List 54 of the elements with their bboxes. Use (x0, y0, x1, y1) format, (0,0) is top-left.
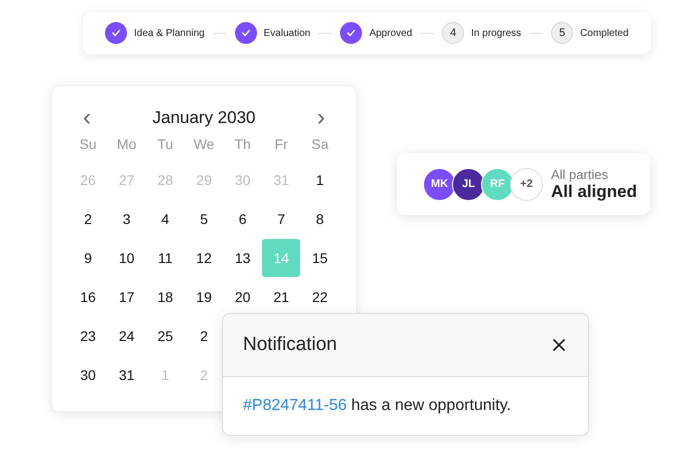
calendar-day[interactable]: 13 (224, 238, 262, 276)
calendar-day[interactable]: 2 (69, 200, 107, 238)
close-button[interactable] (550, 336, 568, 354)
calendar-day[interactable]: 6 (224, 200, 262, 238)
avatar: RF (481, 168, 514, 200)
avatar: MK (423, 168, 456, 200)
calendar-day[interactable]: 25 (146, 316, 184, 354)
calendar-day[interactable]: 18 (146, 278, 184, 316)
weekday-label: Fr (274, 136, 289, 154)
calendar-day[interactable]: 4 (146, 200, 184, 238)
step-label: Completed (580, 28, 629, 38)
step-label: Approved (369, 28, 412, 38)
weekday-label: Mo (116, 136, 138, 154)
notification-title: Notification (243, 334, 337, 356)
previous-month-button[interactable]: ‹ (77, 108, 97, 128)
calendar-day[interactable]: 24 (108, 316, 146, 354)
calendar-day[interactable]: 17 (108, 278, 146, 316)
weekday-label: Sa (310, 136, 330, 154)
calendar-day[interactable]: 1 (300, 160, 339, 198)
calendar-day[interactable]: 9 (69, 238, 107, 276)
weekday-label: Tu (156, 136, 174, 154)
step-number: 4 (442, 22, 464, 44)
notification-message: #P8247411-56 has a new opportunity. (242, 396, 512, 416)
calendar-day[interactable]: 11 (146, 238, 184, 276)
alignment-status: All aligned (551, 182, 637, 202)
more-avatars-count: +2 (510, 168, 543, 200)
calendar-day[interactable]: 12 (184, 238, 223, 276)
step-label: In progress (471, 28, 522, 38)
calendar-day[interactable]: 19 (184, 278, 223, 316)
calendar-day[interactable]: 15 (300, 238, 339, 276)
calendar-day[interactable]: 16 (69, 278, 107, 316)
step-label: Evaluation (264, 28, 310, 38)
calendar-day[interactable]: 5 (184, 200, 223, 238)
month-title: January 2030 (152, 108, 256, 128)
step-label: Idea & Planning (134, 28, 205, 38)
calendar-day[interactable]: 7 (262, 200, 300, 238)
calendar-day[interactable]: 3 (108, 200, 146, 238)
calendar-day[interactable]: 21 (262, 278, 300, 316)
weekday-label: Th (233, 136, 252, 154)
step-number: 5 (551, 22, 574, 44)
calendar-day[interactable]: 31 (108, 356, 146, 394)
calendar-day[interactable]: 23 (69, 316, 107, 354)
avatar: JL (452, 168, 485, 200)
calendar-day[interactable]: 10 (108, 238, 146, 276)
weekday-label: Su (78, 136, 98, 154)
parties-caption: All parties (551, 166, 610, 182)
opportunity-link[interactable]: #P8247411-56 (243, 397, 347, 414)
next-month-button[interactable]: › (311, 108, 331, 128)
calendar-day[interactable]: 8 (300, 200, 339, 238)
calendar-day[interactable]: 30 (69, 356, 107, 394)
calendar-day[interactable]: 20 (224, 278, 262, 316)
calendar-day[interactable]: 22 (300, 278, 339, 316)
calendar-day[interactable]: 2 (184, 316, 223, 354)
weekday-label: We (192, 136, 216, 154)
